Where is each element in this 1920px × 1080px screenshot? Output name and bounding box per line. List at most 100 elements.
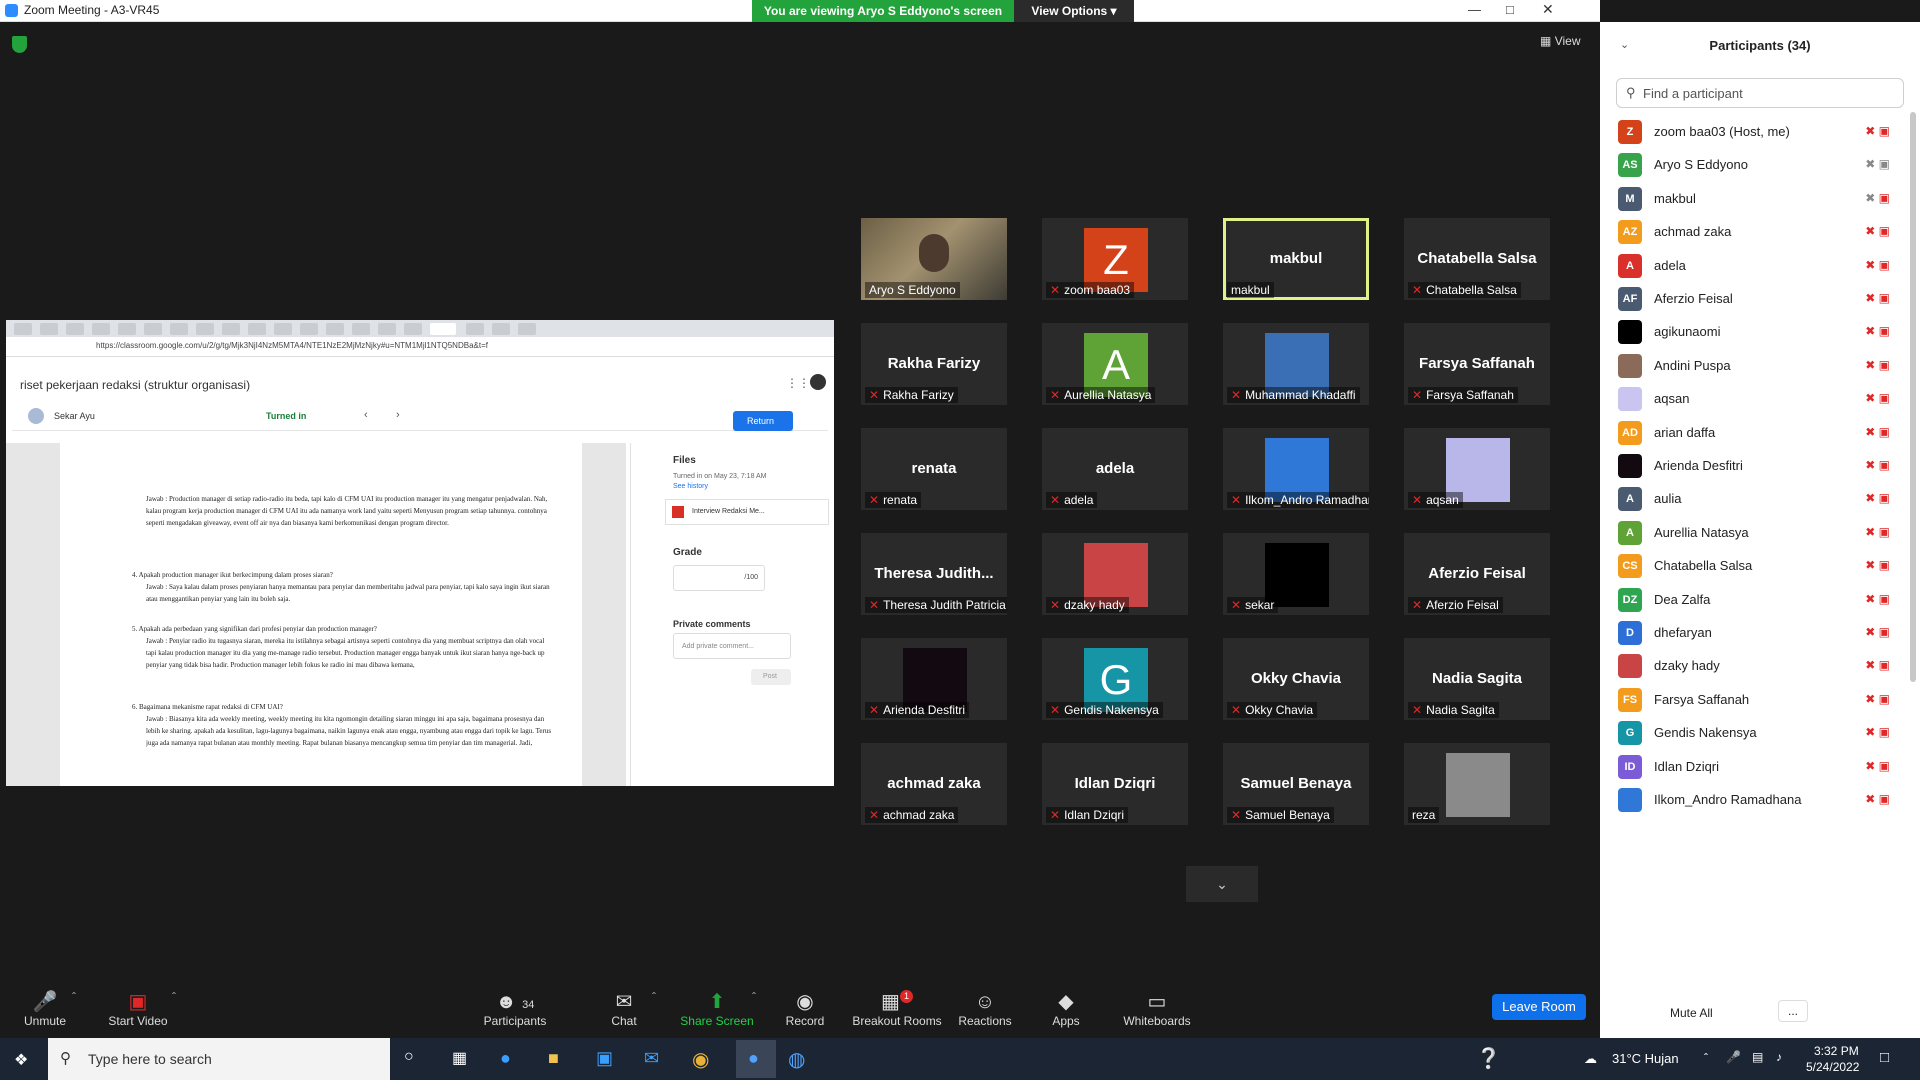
shared-screen[interactable]: https://classroom.google.com/u/2/g/tg/Mj…	[6, 320, 834, 786]
minimize-button[interactable]: —	[1468, 2, 1481, 17]
teamviewer-icon[interactable]: ◍	[788, 1047, 805, 1072]
view-options-button[interactable]: View Options ▾	[1014, 0, 1134, 22]
participant-row[interactable]: AS Aryo S Eddyono ✖ ▣	[1600, 147, 1900, 181]
unmute-button[interactable]: 🎤 Unmute	[20, 990, 70, 1028]
participant-row[interactable]: dzaky hady ✖ ▣	[1600, 648, 1900, 682]
participant-row[interactable]: CS Chatabella Salsa ✖ ▣	[1600, 548, 1900, 582]
participant-list-scrollbar[interactable]	[1910, 112, 1916, 682]
participant-row[interactable]: AZ achmad zaka ✖ ▣	[1600, 214, 1900, 248]
mic-tray-icon[interactable]: 🎤	[1726, 1050, 1741, 1064]
participant-row[interactable]: Ilkom_Andro Ramadhana ✖ ▣	[1600, 782, 1900, 816]
record-button[interactable]: ◉ Record	[782, 990, 828, 1028]
weather-icon[interactable]: ☁	[1584, 1051, 1597, 1067]
video-tile[interactable]: adela ✕ adela	[1042, 428, 1188, 510]
view-layout-button[interactable]: ▦ View	[1540, 34, 1580, 48]
video-tile[interactable]: A ✕ Aurellia Natasya	[1042, 323, 1188, 405]
participant-row[interactable]: ID Idlan Dziqri ✖ ▣	[1600, 749, 1900, 783]
participant-row[interactable]: Aaulia ✖ ▣	[1600, 481, 1900, 515]
clock-time[interactable]: 3:32 PM	[1814, 1044, 1859, 1058]
participant-row[interactable]: DZ Dea Zalfa ✖ ▣	[1600, 582, 1900, 616]
mute-all-button[interactable]: Mute All	[1670, 1006, 1713, 1020]
participant-row[interactable]: Zzoom baa03 (Host, me) ✖ ▣	[1600, 114, 1900, 148]
video-tile[interactable]: Idlan Dziqri ✕ Idlan Dziqri	[1042, 743, 1188, 825]
taskbar-search-box[interactable]: ⚲ Type here to search	[48, 1038, 390, 1080]
help-icon[interactable]: ❔	[1476, 1046, 1501, 1071]
clock-date[interactable]: 5/24/2022	[1806, 1060, 1859, 1074]
reactions-button[interactable]: ☺ Reactions	[958, 990, 1012, 1028]
start-video-button[interactable]: ▣ Start Video	[106, 990, 170, 1028]
breakout-rooms-button[interactable]: ▦ 1 Breakout Rooms	[850, 990, 944, 1028]
video-tile[interactable]: ✕ Muhammad Khadaffi	[1223, 323, 1369, 405]
weather-text[interactable]: 31°C Hujan	[1612, 1051, 1679, 1066]
participant-row[interactable]: FS Farsya Saffanah ✖ ▣	[1600, 682, 1900, 716]
view-options-label: View Options	[1031, 4, 1108, 18]
participant-search-input[interactable]: ⚲ Find a participant	[1616, 78, 1904, 108]
video-tile[interactable]: achmad zaka ✕ achmad zaka	[861, 743, 1007, 825]
video-tile[interactable]: Aferzio Feisal ✕ Aferzio Feisal	[1404, 533, 1550, 615]
share-screen-button[interactable]: ⬆ Share Screen	[680, 990, 754, 1028]
video-tile[interactable]: ✕ sekar	[1223, 533, 1369, 615]
video-tile[interactable]: ✕ dzaky hady	[1042, 533, 1188, 615]
apps-button[interactable]: ◆ Apps	[1050, 990, 1082, 1028]
video-tile[interactable]: Chatabella Salsa ✕ Chatabella Salsa	[1404, 218, 1550, 300]
participant-avatar	[1618, 320, 1642, 345]
participant-row[interactable]: Aadela ✖ ▣	[1600, 248, 1900, 282]
video-tile[interactable]: G ✕ Gendis Nakensya	[1042, 638, 1188, 720]
notification-icon[interactable]: □	[1880, 1049, 1889, 1066]
tile-name-label: ✕ Aferzio Feisal	[1408, 597, 1503, 613]
participant-row[interactable]: AF Aferzio Feisal ✖ ▣	[1600, 281, 1900, 315]
participant-row[interactable]: A Aurellia Natasya ✖ ▣	[1600, 515, 1900, 549]
video-tile[interactable]: ✕ aqsan	[1404, 428, 1550, 510]
cortana-icon[interactable]: ○	[404, 1048, 414, 1066]
encryption-shield-icon[interactable]	[12, 36, 27, 53]
participant-row[interactable]: G Gendis Nakensya ✖ ▣	[1600, 715, 1900, 749]
video-tile[interactable]: Okky Chavia ✕ Okky Chavia	[1223, 638, 1369, 720]
video-tile[interactable]: Samuel Benaya ✕ Samuel Benaya	[1223, 743, 1369, 825]
participant-row[interactable]: agikunaomi ✖ ▣	[1600, 314, 1900, 348]
video-tile[interactable]: Aryo S Eddyono	[861, 218, 1007, 300]
browser-tab	[144, 323, 162, 335]
video-tile[interactable]: Rakha Farizy ✕ Rakha Farizy	[861, 323, 1007, 405]
video-tile[interactable]: Z ✕ zoom baa03	[1042, 218, 1188, 300]
video-tile[interactable]: reza	[1404, 743, 1550, 825]
video-tile[interactable]: renata ✕ renata	[861, 428, 1007, 510]
participant-row[interactable]: AD arian daffa ✖ ▣	[1600, 415, 1900, 449]
mail-icon[interactable]: ✉	[644, 1048, 659, 1069]
chevron-down-icon[interactable]: ⌄	[1186, 866, 1258, 902]
chrome-icon[interactable]: ◉	[692, 1047, 709, 1072]
video-tile[interactable]: Farsya Saffanah ✕ Farsya Saffanah	[1404, 323, 1550, 405]
share-options-caret[interactable]: ˆ	[752, 990, 756, 1004]
participant-row[interactable]: Andini Puspa ✖ ▣	[1600, 348, 1900, 382]
participants-button[interactable]: ☻ 34 Participants	[480, 990, 550, 1028]
tray-chevron-icon[interactable]: ˆ	[1704, 1051, 1708, 1065]
store-icon[interactable]: ▣	[596, 1048, 613, 1069]
video-tile[interactable]: Theresa Judith... ✕ Theresa Judith Patrici…	[861, 533, 1007, 615]
tile-name-label: ✕ Aurellia Natasya	[1046, 387, 1156, 403]
network-icon[interactable]: ▤	[1752, 1050, 1763, 1064]
zoom-taskbar-icon[interactable]: ●	[736, 1040, 776, 1078]
edge-icon[interactable]: ●	[500, 1048, 511, 1069]
windows-start-icon[interactable]: ❖	[14, 1050, 28, 1070]
volume-icon[interactable]: ♪	[1776, 1050, 1782, 1064]
participant-row[interactable]: Arienda Desfitri ✖ ▣	[1600, 448, 1900, 482]
tile-display-name: Idlan Dziqri	[1074, 775, 1156, 792]
maximize-button[interactable]: □	[1506, 2, 1514, 17]
whiteboards-button[interactable]: ▭ Whiteboards	[1122, 990, 1192, 1028]
close-button[interactable]: ✕	[1542, 1, 1554, 18]
task-view-icon[interactable]: ▦	[452, 1048, 467, 1068]
participant-name: zoom baa03 (Host, me)	[1654, 124, 1790, 139]
video-tile[interactable]: makbul makbul	[1223, 218, 1369, 300]
video-tile[interactable]: ✕ Arienda Desfitri	[861, 638, 1007, 720]
participant-row[interactable]: aqsan ✖ ▣	[1600, 381, 1900, 415]
video-options-caret[interactable]: ˆ	[172, 990, 176, 1004]
video-tile[interactable]: ✕ Ilkom_Andro Ramadhana	[1223, 428, 1369, 510]
chat-options-caret[interactable]: ˆ	[652, 990, 656, 1004]
participant-row[interactable]: Ddhefaryan ✖ ▣	[1600, 615, 1900, 649]
audio-options-caret[interactable]: ˆ	[72, 990, 76, 1004]
chat-button[interactable]: ✉ Chat	[606, 990, 642, 1028]
leave-room-button[interactable]: Leave Room	[1492, 994, 1586, 1020]
video-tile[interactable]: Nadia Sagita ✕ Nadia Sagita	[1404, 638, 1550, 720]
participant-row[interactable]: Mmakbul ✖ ▣	[1600, 181, 1900, 215]
file-explorer-icon[interactable]: ■	[548, 1048, 559, 1069]
more-options-button[interactable]: ...	[1778, 1000, 1808, 1022]
